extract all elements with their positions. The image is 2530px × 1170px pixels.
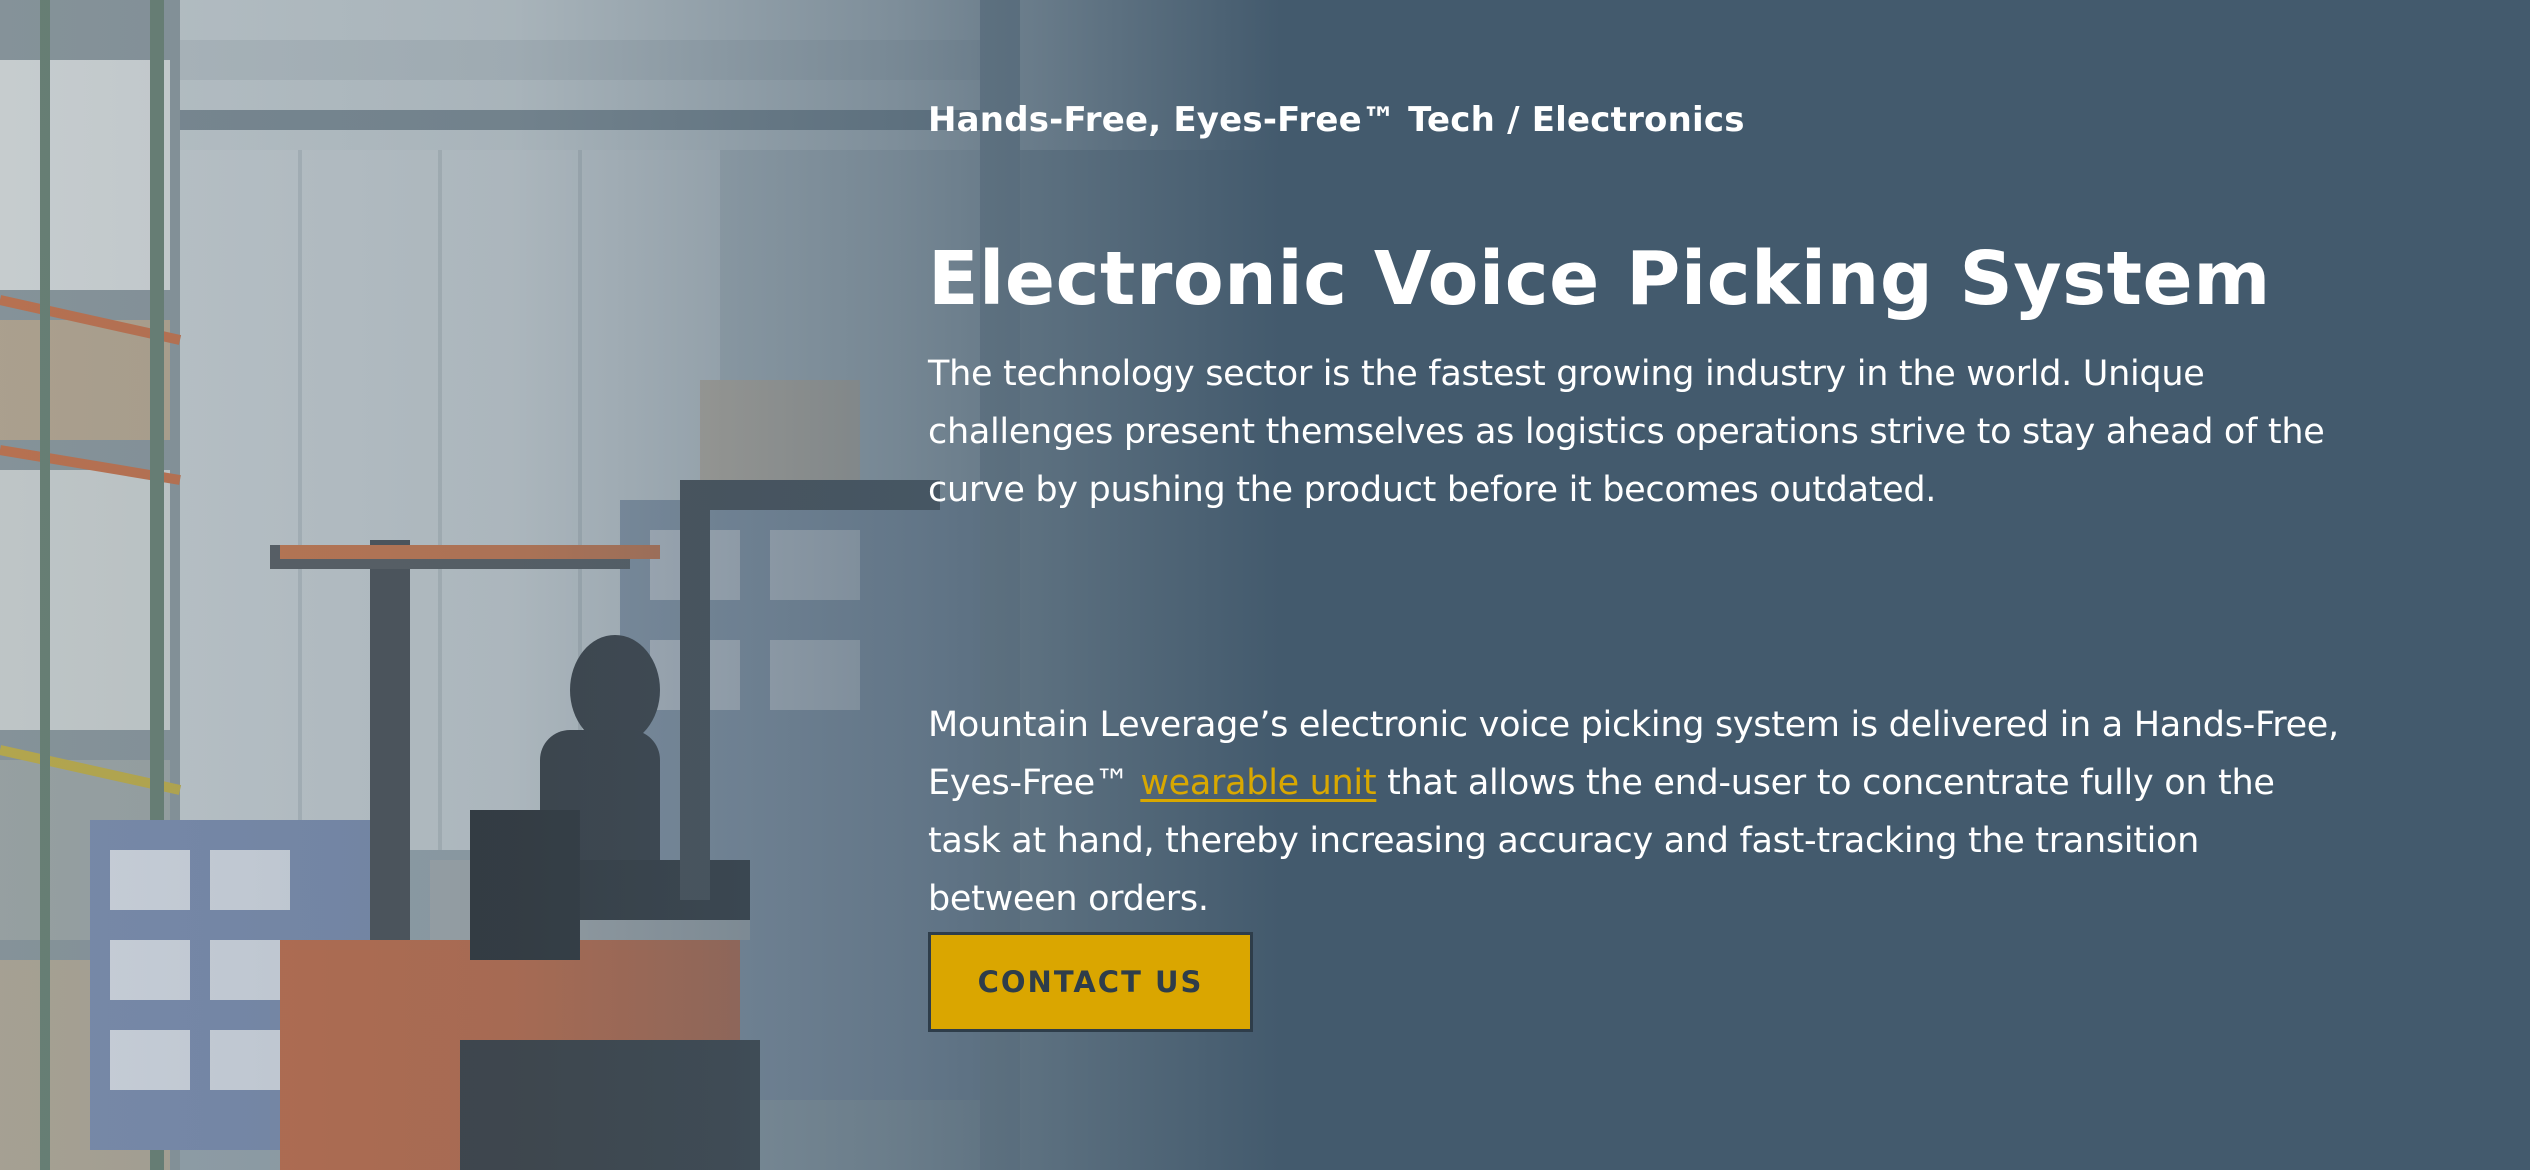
page-title: Electronic Voice Picking System <box>928 236 2271 322</box>
category-breadcrumb: Hands-Free, Eyes-Free™ Tech / Electronic… <box>928 100 1745 140</box>
contact-us-button[interactable]: CONTACT US <box>928 932 1253 1032</box>
hero-section: Hands-Free, Eyes-Free™ Tech / Electronic… <box>0 0 2530 1170</box>
intro-paragraph: The technology sector is the fastest gro… <box>928 354 2325 510</box>
wearable-unit-link[interactable]: wearable unit <box>1140 763 1376 803</box>
description-paragraph: Mountain Leverage’s electronic voice pic… <box>928 696 2348 928</box>
